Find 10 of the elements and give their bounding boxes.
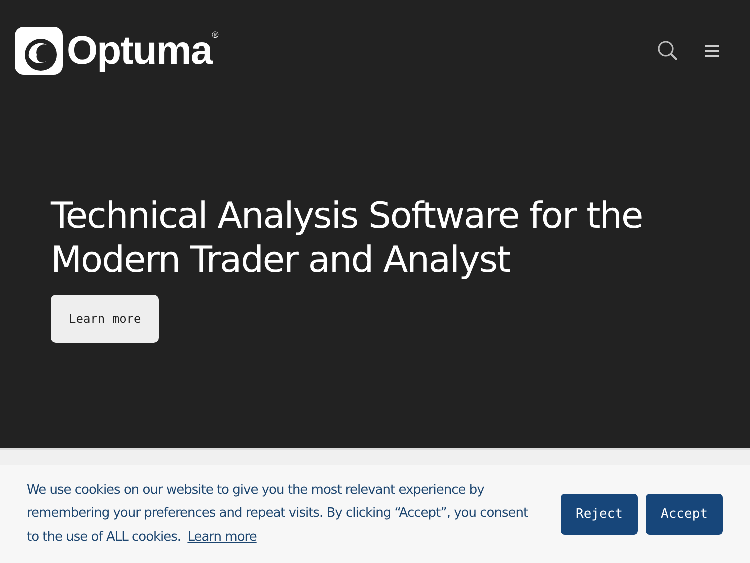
menu-icon[interactable] [705,45,719,57]
hero-title: Technical Analysis Software for the Modern Trader and Analyst [50,195,644,283]
cookie-notice: We use cookies on our website to give you the most relevant experience by remembering your preferences and repeat visits. By clicking “Accept”, you consent to the use of ALL cookies. Learn more [27,482,530,547]
learn-more-button[interactable]: Learn more [51,295,160,343]
reject-button[interactable]: Reject [561,494,638,534]
logo-icon [15,27,63,75]
learn-more-link[interactable]: Learn more [188,530,257,545]
accept-button[interactable]: Accept [646,494,723,534]
search-icon[interactable] [657,40,679,62]
logo-text: Optuma$^{®}$ [67,31,218,71]
